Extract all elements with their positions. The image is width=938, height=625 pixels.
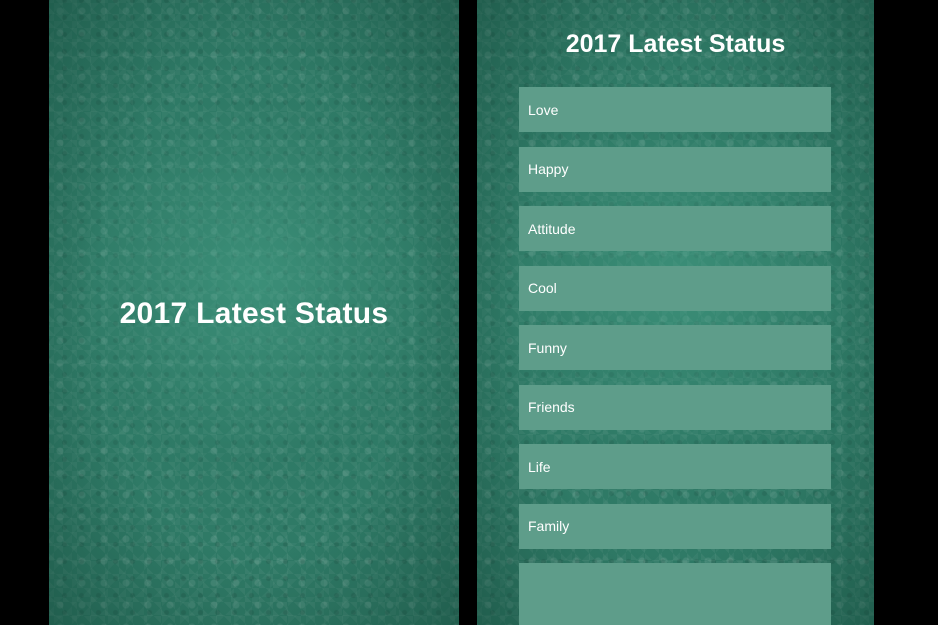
category-list-screen: 2017 Latest Status Love Happy Attitude C… xyxy=(477,0,874,625)
category-item-label: Love xyxy=(528,101,559,118)
category-list: Love Happy Attitude Cool Funny Friends L… xyxy=(519,87,831,625)
category-item-family[interactable]: Family xyxy=(519,503,831,549)
category-item-label: Cool xyxy=(528,280,557,296)
category-item-life[interactable]: Life xyxy=(519,444,831,489)
screenshot-stage: 2017 Latest Status 2017 Latest Status Lo… xyxy=(0,0,938,625)
category-item-friends[interactable]: Friends xyxy=(519,384,831,430)
category-item-funny[interactable]: Funny xyxy=(519,325,831,370)
category-item-love[interactable]: Love xyxy=(519,87,831,132)
splash-title: 2017 Latest Status xyxy=(119,297,389,330)
splash-screen: 2017 Latest Status xyxy=(49,0,459,625)
category-item-label: Attitude xyxy=(528,220,576,237)
category-item-partial[interactable] xyxy=(519,563,831,625)
category-item-label: Friends xyxy=(528,399,575,415)
category-item-label: Family xyxy=(528,518,570,534)
category-item-label: Life xyxy=(528,458,551,475)
category-item-cool[interactable]: Cool xyxy=(519,265,831,311)
category-item-label: Happy xyxy=(528,161,569,177)
category-item-happy[interactable]: Happy xyxy=(519,146,831,192)
page-title: 2017 Latest Status xyxy=(565,30,786,58)
category-item-attitude[interactable]: Attitude xyxy=(519,206,831,251)
category-item-label: Funny xyxy=(528,339,567,356)
